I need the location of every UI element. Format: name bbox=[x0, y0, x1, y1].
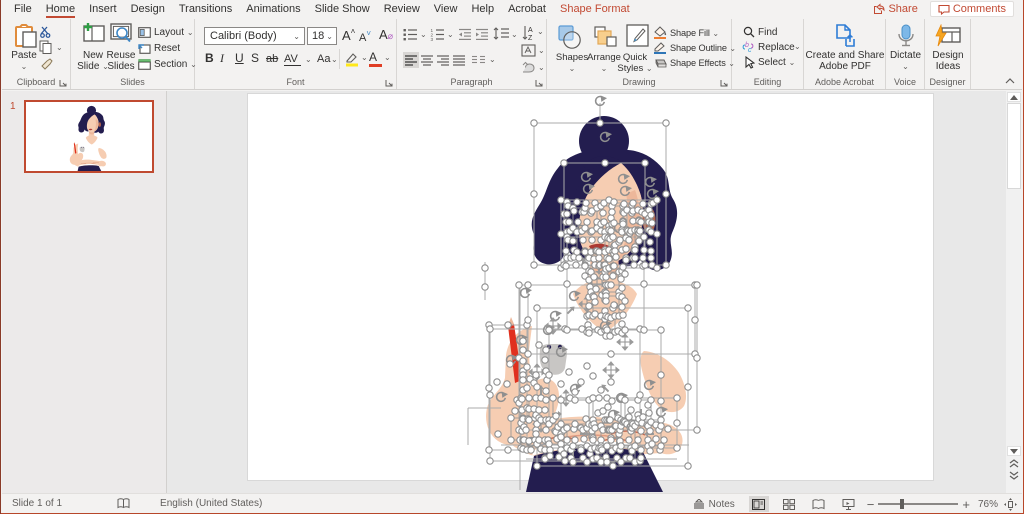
svg-text:A: A bbox=[528, 27, 533, 34]
svg-text:3: 3 bbox=[431, 37, 434, 41]
svg-text:Z: Z bbox=[528, 35, 533, 41]
